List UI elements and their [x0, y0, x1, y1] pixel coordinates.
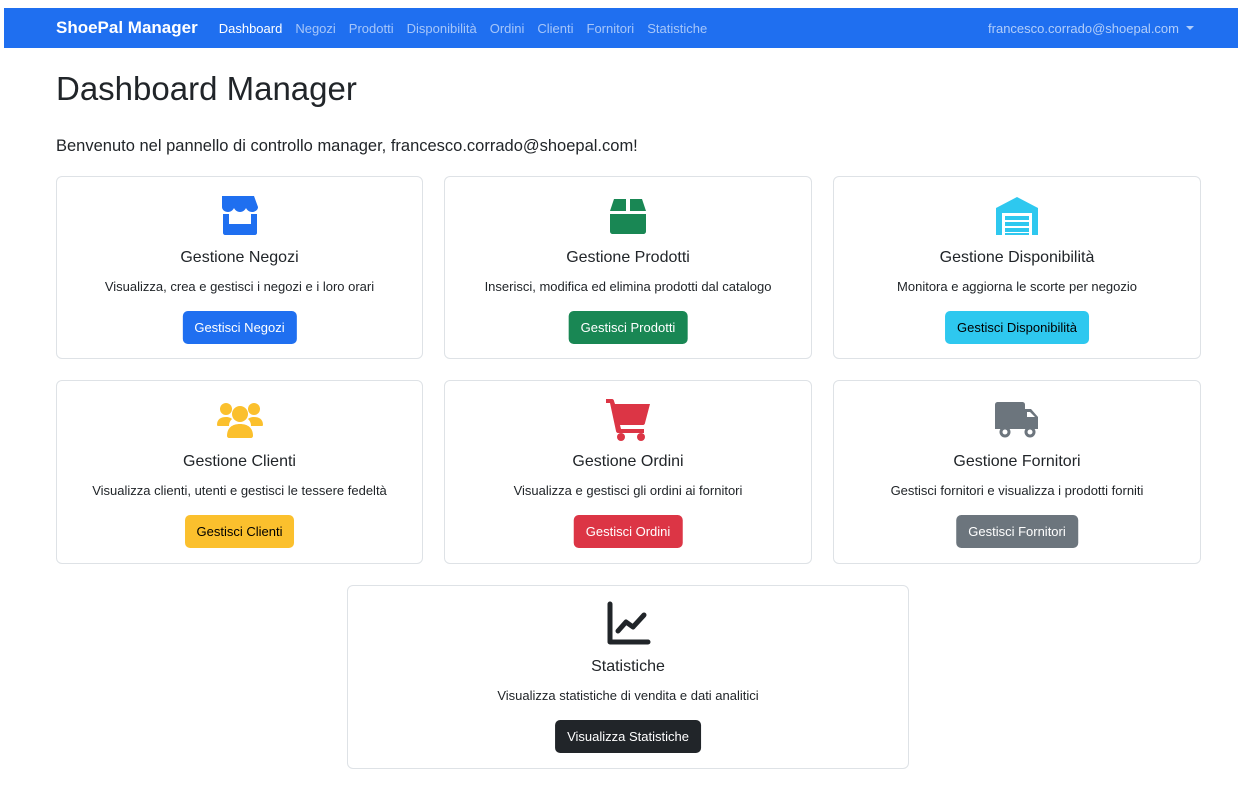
card-description: Visualizza statistiche di vendita e dati… [497, 688, 759, 703]
store-icon [216, 191, 264, 239]
card-disponibilita: Gestione Disponibilità Monitora e aggior… [833, 176, 1201, 359]
nav-link-negozi[interactable]: Negozi [295, 21, 335, 36]
nav-link-ordini[interactable]: Ordini [490, 21, 525, 36]
truck-icon [993, 395, 1041, 443]
gestisci-prodotti-button[interactable]: Gestisci Prodotti [568, 311, 688, 344]
card-ordini: Gestione Ordini Visualizza e gestisci gl… [444, 380, 812, 564]
shopping-cart-icon [604, 395, 652, 443]
box-icon [604, 191, 652, 239]
card-statistiche: Statistiche Visualizza statistiche di ve… [347, 585, 909, 769]
navbar: ShoePal Manager Dashboard Negozi Prodott… [4, 8, 1238, 48]
card-title: Gestione Prodotti [566, 249, 690, 266]
card-title: Gestione Negozi [180, 249, 299, 266]
card-title: Gestione Disponibilità [939, 249, 1095, 266]
card-description: Gestisci fornitori e visualizza i prodot… [890, 483, 1144, 498]
visualizza-statistiche-button[interactable]: Visualizza Statistiche [555, 720, 701, 753]
chevron-down-icon [1186, 26, 1194, 30]
page-title: Dashboard Manager [56, 70, 357, 107]
users-icon [216, 395, 264, 443]
card-description: Inserisci, modifica ed elimina prodotti … [484, 279, 772, 294]
card-description: Monitora e aggiorna le scorte per negozi… [897, 279, 1137, 294]
nav-link-clienti[interactable]: Clienti [537, 21, 573, 36]
card-description: Visualizza e gestisci gli ordini ai forn… [513, 483, 743, 498]
card-title: Gestione Ordini [572, 453, 684, 470]
user-menu[interactable]: francesco.corrado@shoepal.com [988, 8, 1194, 48]
gestisci-negozi-button[interactable]: Gestisci Negozi [182, 311, 297, 344]
gestisci-disponibilita-button[interactable]: Gestisci Disponibilità [945, 311, 1089, 344]
card-fornitori: Gestione Fornitori Gestisci fornitori e … [833, 380, 1201, 564]
gestisci-ordini-button[interactable]: Gestisci Ordini [573, 515, 683, 548]
warehouse-icon [993, 191, 1041, 239]
nav-link-statistiche[interactable]: Statistiche [647, 21, 707, 36]
card-negozi: Gestione Negozi Visualizza, crea e gesti… [56, 176, 423, 359]
nav-link-disponibilita[interactable]: Disponibilità [407, 21, 477, 36]
nav-link-dashboard[interactable]: Dashboard [219, 21, 283, 36]
card-description: Visualizza, crea e gestisci i negozi e i… [104, 279, 375, 294]
gestisci-fornitori-button[interactable]: Gestisci Fornitori [956, 515, 1078, 548]
welcome-message: Benvenuto nel pannello di controllo mana… [56, 137, 638, 155]
card-prodotti: Gestione Prodotti Inserisci, modifica ed… [444, 176, 812, 359]
card-description: Visualizza clienti, utenti e gestisci le… [92, 483, 387, 498]
nav-link-prodotti[interactable]: Prodotti [349, 21, 394, 36]
card-clienti: Gestione Clienti Visualizza clienti, ute… [56, 380, 423, 564]
navbar-brand[interactable]: ShoePal Manager [56, 18, 198, 38]
card-title: Statistiche [591, 658, 665, 675]
nav-link-fornitori[interactable]: Fornitori [587, 21, 635, 36]
card-title: Gestione Clienti [183, 453, 296, 470]
card-title: Gestione Fornitori [953, 453, 1081, 470]
gestisci-clienti-button[interactable]: Gestisci Clienti [184, 515, 295, 548]
user-email: francesco.corrado@shoepal.com [988, 20, 1179, 36]
chart-line-icon [604, 600, 652, 648]
